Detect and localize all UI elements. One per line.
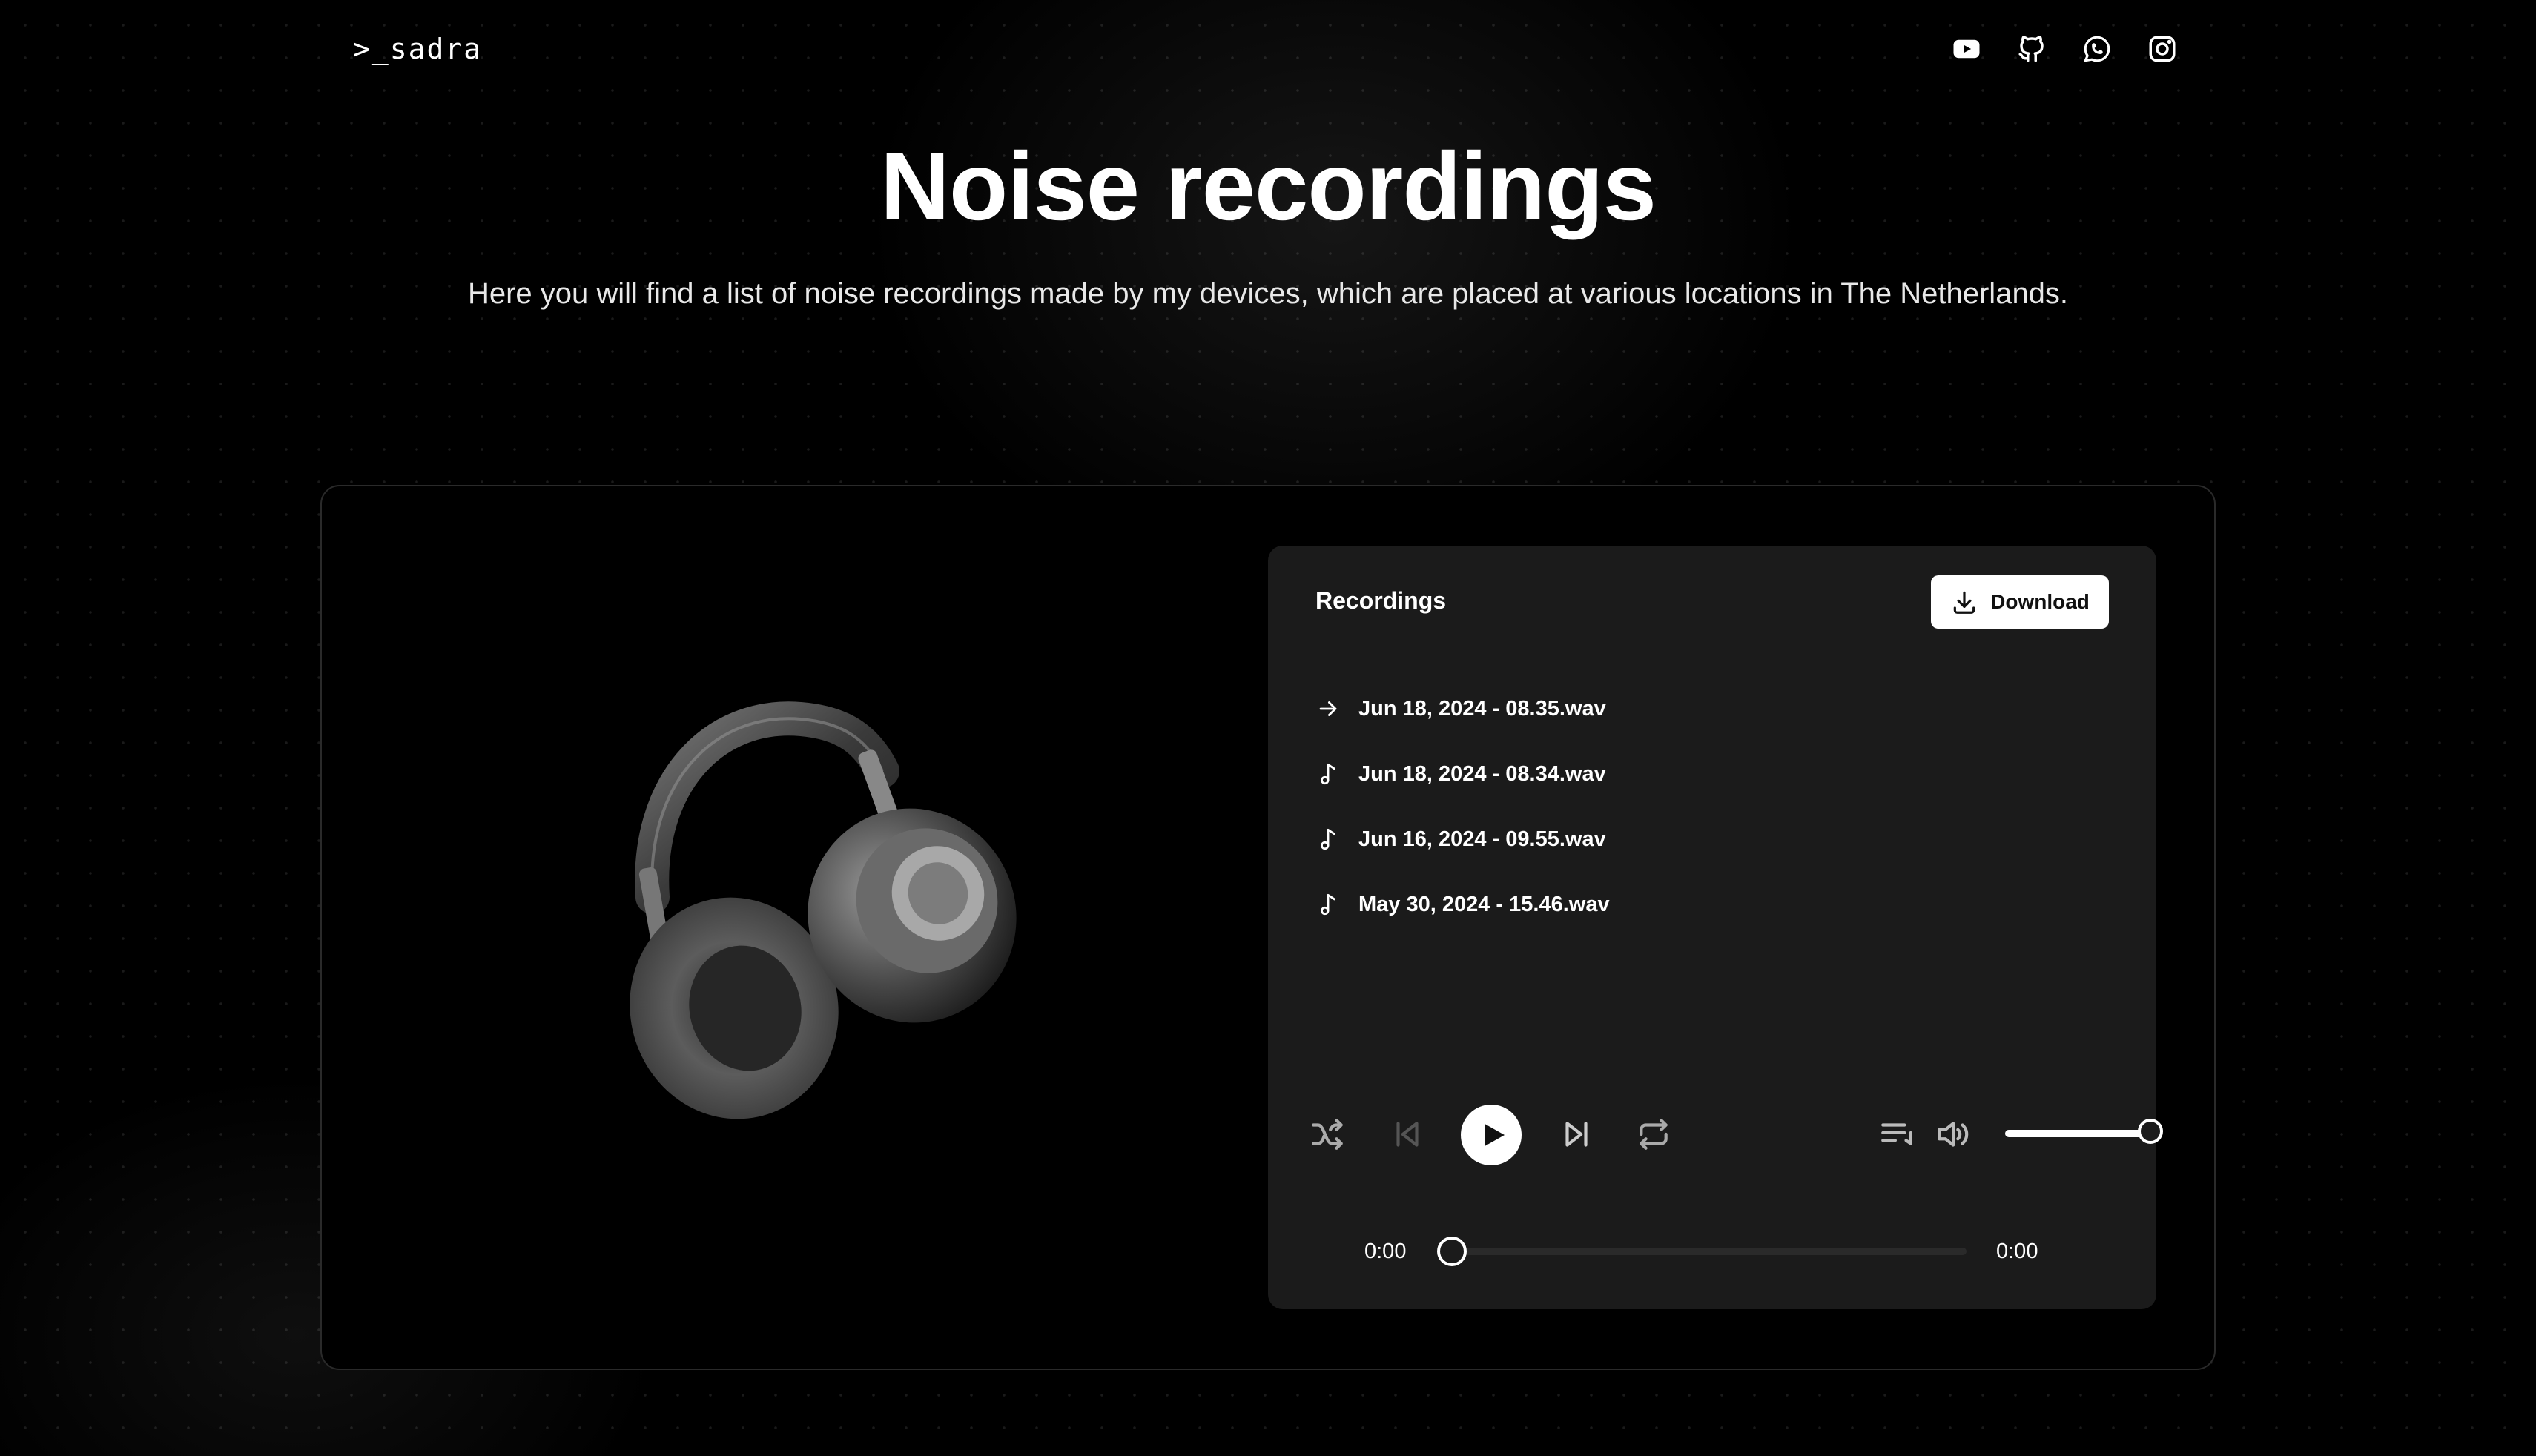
whatsapp-icon [2084, 36, 2110, 62]
playlist-icon [1881, 1123, 1912, 1145]
recording-item[interactable]: May 30, 2024 - 15.46.wav [1315, 872, 1983, 937]
recording-item[interactable]: Jun 18, 2024 - 08.35.wav [1315, 676, 1983, 741]
next-button[interactable] [1554, 1105, 1599, 1164]
previous-button[interactable] [1385, 1105, 1430, 1164]
shuffle-button[interactable] [1305, 1105, 1350, 1164]
shuffle-icon [1312, 1119, 1343, 1150]
page-subtitle: Here you will find a list of noise recor… [467, 277, 2069, 310]
volume-thumb[interactable] [2138, 1119, 2163, 1144]
playback-controls [1305, 1105, 2163, 1165]
play-icon [1485, 1124, 1505, 1146]
queue-button[interactable] [1875, 1105, 1919, 1164]
youtube-icon [1953, 39, 1980, 59]
volume-fill [2005, 1130, 2150, 1137]
volume-icon [1938, 1122, 1969, 1147]
whatsapp-link[interactable] [2081, 33, 2113, 65]
github-icon [2018, 36, 2044, 62]
repeat-icon [1640, 1119, 1668, 1150]
repeat-button[interactable] [1631, 1105, 1676, 1164]
arrow-right-icon [1319, 701, 1337, 716]
download-button[interactable]: Download [1931, 575, 2109, 629]
social-links [1950, 33, 2179, 65]
youtube-link[interactable] [1950, 33, 1983, 65]
headphones-image [630, 701, 1017, 1119]
seek-slider[interactable] [1437, 1237, 1967, 1266]
github-link[interactable] [2015, 33, 2048, 65]
recording-name: May 30, 2024 - 15.46.wav [1358, 892, 1610, 916]
site-logo[interactable]: >_sadra [353, 33, 482, 65]
instagram-icon [2149, 36, 2176, 62]
instagram-link[interactable] [2146, 33, 2179, 65]
music-note-icon [1321, 893, 1335, 916]
music-note-icon [1321, 828, 1335, 850]
download-icon [1953, 591, 1975, 614]
volume-button[interactable] [1929, 1105, 1974, 1164]
volume-slider[interactable] [2005, 1119, 2163, 1144]
music-note-icon [1321, 763, 1335, 785]
duration-time: 0:00 [1996, 1240, 2038, 1263]
page-title: Noise recordings [880, 132, 1657, 240]
current-time: 0:00 [1364, 1240, 1407, 1263]
download-label: Download [1990, 590, 2090, 613]
recording-name: Jun 18, 2024 - 08.34.wav [1358, 761, 1606, 786]
skip-previous-icon [1396, 1122, 1419, 1147]
recording-name: Jun 18, 2024 - 08.35.wav [1358, 696, 1606, 721]
recording-name: Jun 16, 2024 - 09.55.wav [1358, 827, 1606, 851]
player-title: Recordings [1315, 587, 1447, 614]
recording-item[interactable]: Jun 18, 2024 - 08.34.wav [1315, 741, 1983, 807]
seek-bar-row: 0:00 0:00 [1364, 1237, 2091, 1266]
recording-item[interactable]: Jun 16, 2024 - 09.55.wav [1315, 807, 1983, 872]
skip-next-icon [1565, 1122, 1588, 1147]
seek-thumb[interactable] [1437, 1237, 1467, 1266]
recordings-player: Recordings Download Jun 18, 2024 - 08.35… [1268, 546, 2163, 1309]
recordings-list: Jun 18, 2024 - 08.35.wav Jun 18, 2024 - … [1315, 676, 1983, 937]
play-button[interactable] [1461, 1105, 1522, 1165]
